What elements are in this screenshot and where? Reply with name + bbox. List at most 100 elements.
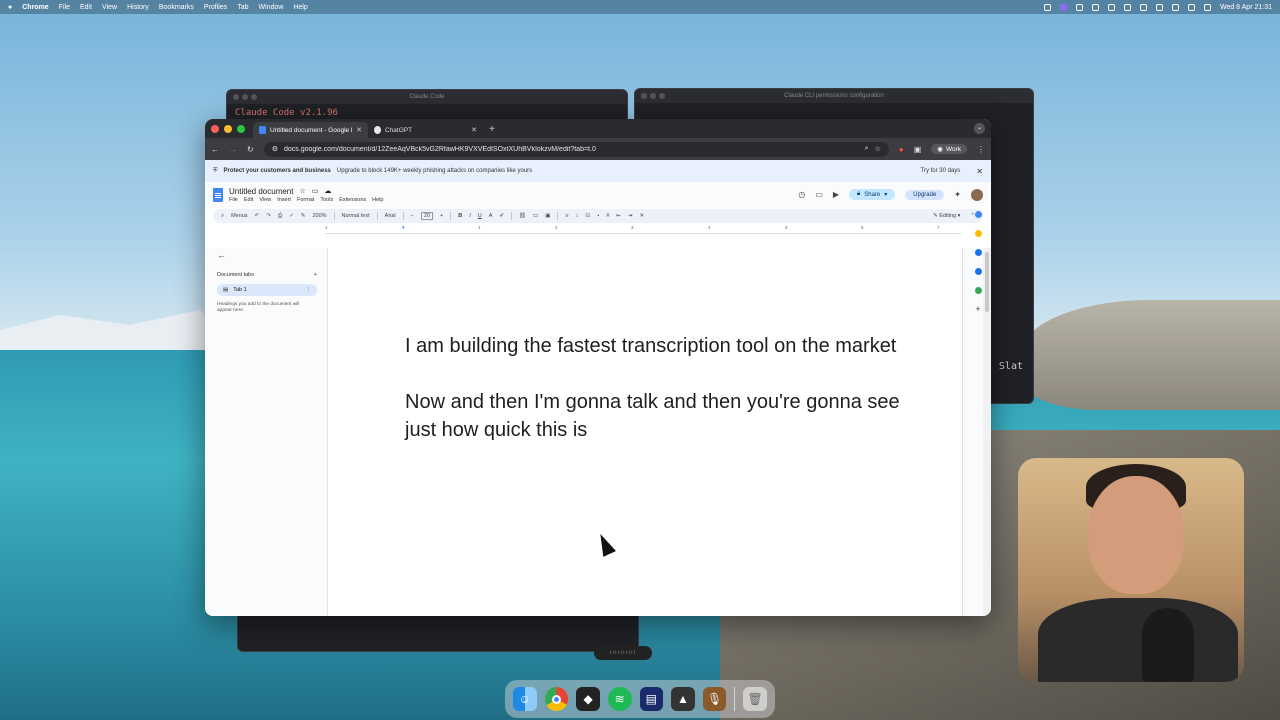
terminal-app-icon[interactable]: ▲ <box>671 687 695 711</box>
tab-chatgpt[interactable]: ChatGPT ✕ <box>368 122 483 138</box>
avatar[interactable] <box>971 188 983 201</box>
spotify-icon[interactable]: ≋ <box>607 687 632 711</box>
close-tab-icon[interactable]: ✕ <box>356 126 362 134</box>
address-bar[interactable]: ⚙ docs.google.com/document/d/12ZeeAqVBck… <box>263 141 889 157</box>
status-icon[interactable] <box>1075 3 1083 11</box>
add-addon-icon[interactable]: + <box>975 305 982 314</box>
style-select[interactable]: Normal text <box>342 213 370 219</box>
gemini-sparkle-icon[interactable]: ✦ <box>954 190 961 199</box>
clear-format-icon[interactable]: ✕ <box>640 213 645 219</box>
zoom-icon[interactable]: ⌕ <box>865 145 869 153</box>
link-icon[interactable]: ⛓ <box>519 213 526 219</box>
increase-font-icon[interactable]: + <box>440 213 443 219</box>
document-body[interactable]: I am building the fastest transcription … <box>405 332 905 472</box>
checklist-icon[interactable]: ☑ <box>585 213 590 219</box>
docs-menu-extensions[interactable]: Extensions <box>339 197 366 203</box>
bullet-list-icon[interactable]: • <box>597 213 599 219</box>
underline-icon[interactable]: U <box>478 213 482 219</box>
outline-tab-item[interactable]: ▤ Tab 1 ⋮ <box>217 284 317 296</box>
line-spacing-icon[interactable]: ↕ <box>576 213 579 219</box>
menubar-app-name[interactable]: Chrome <box>22 4 48 11</box>
decrease-font-icon[interactable]: − <box>411 213 414 219</box>
font-select[interactable]: Arial <box>385 213 396 219</box>
menubar-window[interactable]: Window <box>259 4 284 11</box>
menubar-help[interactable]: Help <box>293 4 307 11</box>
tab-google-docs[interactable]: Untitled document - Google Docs ✕ <box>253 122 368 138</box>
keep-icon[interactable] <box>974 230 982 237</box>
font-size-input[interactable]: 20 <box>420 212 434 220</box>
docs-menu-insert[interactable]: Insert <box>277 197 291 203</box>
highlight-icon[interactable]: ✐ <box>499 213 504 219</box>
cloud-status-icon[interactable]: ☁ <box>324 187 331 195</box>
reload-icon[interactable]: ↻ <box>247 145 254 154</box>
apple-icon[interactable]: ● <box>8 4 12 11</box>
history-icon[interactable]: ◷ <box>798 190 805 199</box>
more-menu-icon[interactable]: ⋮ <box>977 145 985 154</box>
cursor-app-icon[interactable]: ◆ <box>576 687 600 711</box>
align-icon[interactable]: ≡ <box>565 213 568 219</box>
close-banner-icon[interactable]: ✕ <box>976 167 983 176</box>
print-icon[interactable]: ⎙ <box>278 213 282 220</box>
more-options-icon[interactable]: ⋮ <box>306 287 312 293</box>
chrome-icon[interactable] <box>544 687 569 711</box>
indent-decrease-icon[interactable]: ⇤ <box>616 213 621 219</box>
terminal-window-lower[interactable] <box>237 612 639 652</box>
new-tab-button[interactable]: + <box>483 122 501 138</box>
status-icon[interactable] <box>1123 3 1131 11</box>
docs-menu-view[interactable]: View <box>259 197 271 203</box>
menubar-datetime[interactable]: Wed 8 Apr 21:31 <box>1220 4 1272 11</box>
zoom-select[interactable]: 200% <box>312 213 326 219</box>
star-icon[interactable]: ☆ <box>299 187 305 195</box>
image-icon[interactable]: ▣ <box>545 213 550 219</box>
status-icon[interactable] <box>1059 3 1067 11</box>
text-color-icon[interactable]: A <box>489 213 493 219</box>
docs-menu-help[interactable]: Help <box>372 197 383 203</box>
contacts-icon[interactable] <box>974 268 982 275</box>
body-paragraph[interactable]: I am building the fastest transcription … <box>405 332 905 360</box>
docs-menu-file[interactable]: File <box>229 197 238 203</box>
menubar-view[interactable]: View <box>102 4 117 11</box>
docs-menu-format[interactable]: Format <box>297 197 314 203</box>
menubar-edit[interactable]: Edit <box>80 4 92 11</box>
paint-format-icon[interactable]: ✎ <box>301 213 306 219</box>
status-icon[interactable] <box>1043 3 1051 11</box>
menubar-file[interactable]: File <box>59 4 70 11</box>
voice-app-icon[interactable]: 🎙︎ <box>702 687 727 711</box>
battery-icon[interactable] <box>1155 3 1163 11</box>
numbered-list-icon[interactable]: # <box>606 213 609 219</box>
share-button[interactable]: 🔒︎ Share ▾ <box>849 189 896 200</box>
address-url[interactable]: docs.google.com/document/d/12ZeeAqVBck5v… <box>284 146 859 153</box>
back-arrow-icon[interactable]: ← <box>211 145 219 154</box>
docs-logo-icon[interactable] <box>213 187 223 202</box>
extensions-puzzle-icon[interactable]: ▣ <box>914 145 922 154</box>
comment-icon[interactable]: ▭ <box>533 213 538 219</box>
control-center-icon[interactable] <box>1203 3 1211 11</box>
body-paragraph[interactable]: Now and then I'm gonna talk and then you… <box>405 388 905 444</box>
close-tab-icon[interactable]: ✕ <box>471 126 477 134</box>
editing-mode-select[interactable]: ✎ Editing ▾ <box>933 213 960 219</box>
forward-arrow-icon[interactable]: → <box>229 145 237 154</box>
tasks-icon[interactable] <box>974 249 982 256</box>
close-window-button[interactable] <box>211 124 219 133</box>
status-icon[interactable] <box>1107 3 1115 11</box>
audio-waveform-widget[interactable]: ıııııııııı <box>594 646 652 660</box>
menubar-history[interactable]: History <box>127 4 149 11</box>
bluetooth-icon[interactable] <box>1139 3 1147 11</box>
extension-record-icon[interactable]: ● <box>899 145 904 154</box>
meet-icon[interactable]: ▶ <box>833 190 839 199</box>
ruler-indent-marker[interactable]: ▼ <box>401 225 405 230</box>
trash-icon[interactable]: 🗑︎ <box>743 687 767 711</box>
upgrade-button[interactable]: Upgrade <box>905 189 945 200</box>
back-arrow-icon[interactable]: ← <box>217 250 317 260</box>
comments-icon[interactable]: ▭ <box>815 190 823 199</box>
bold-icon[interactable]: B <box>458 213 462 219</box>
move-folder-icon[interactable]: ▭ <box>312 187 319 195</box>
menubar-bookmarks[interactable]: Bookmarks <box>159 4 194 11</box>
maximize-window-button[interactable] <box>237 124 245 133</box>
menubar-profiles[interactable]: Profiles <box>204 4 227 11</box>
search-icon[interactable] <box>1187 3 1195 11</box>
wifi-icon[interactable] <box>1171 3 1179 11</box>
undo-icon[interactable]: ↶ <box>255 213 260 219</box>
bookmark-star-icon[interactable]: ☆ <box>875 145 881 153</box>
status-icon[interactable] <box>1091 3 1099 11</box>
